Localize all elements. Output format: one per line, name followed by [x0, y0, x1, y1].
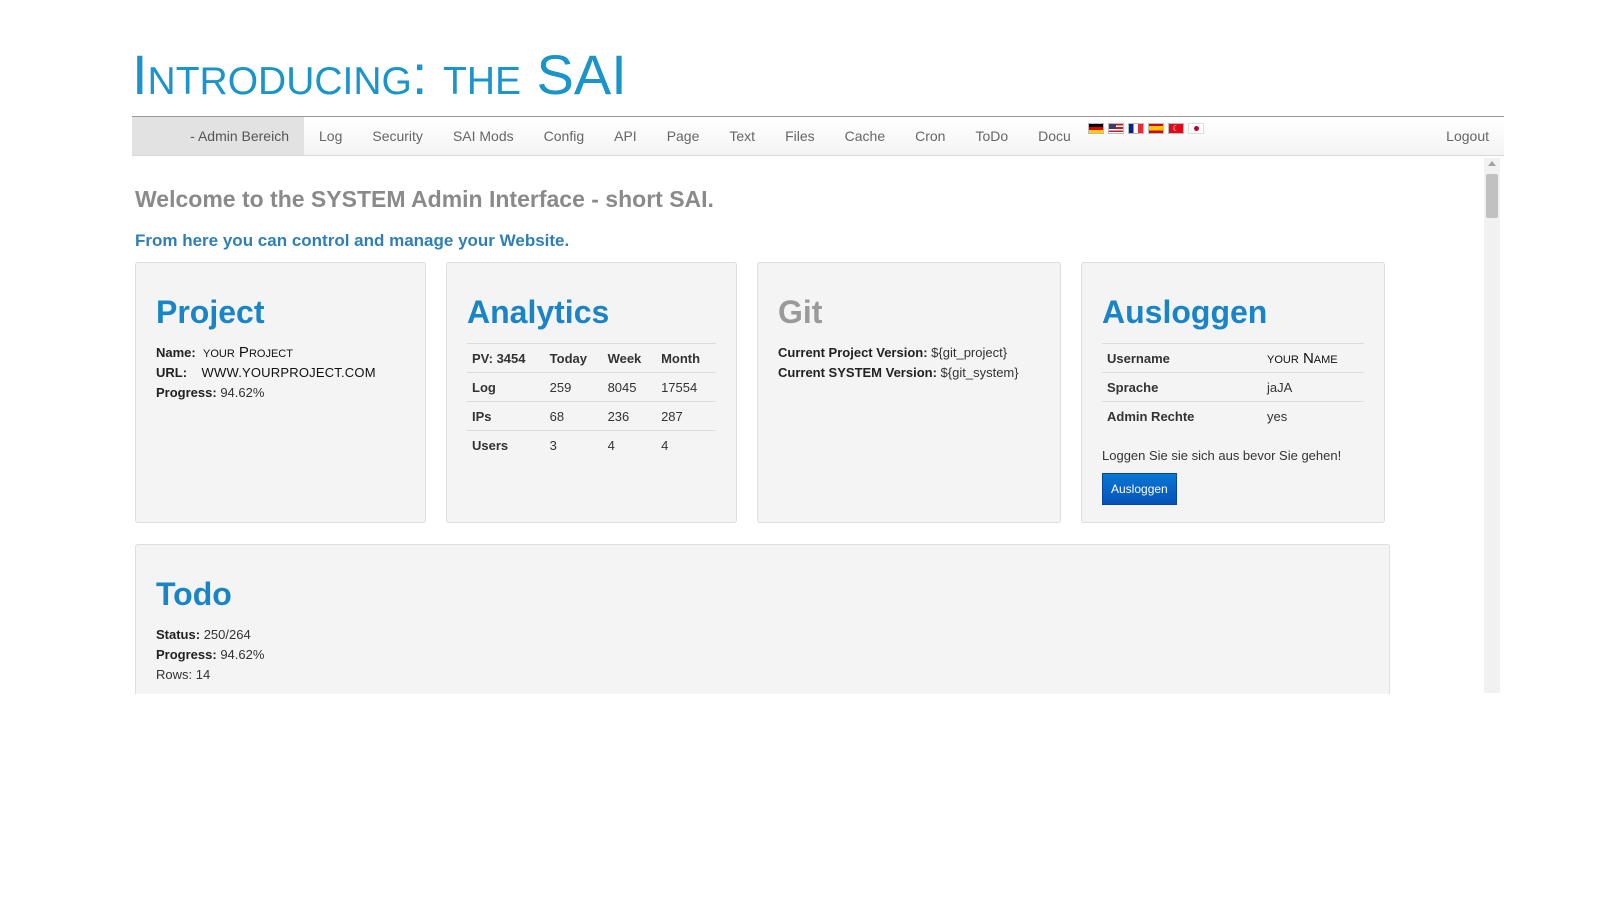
user-info-value: your Name: [1262, 343, 1364, 373]
analytics-row-label: Users: [467, 430, 545, 459]
project-progress-label: Progress:: [156, 385, 217, 400]
nav-item-config[interactable]: Config: [529, 128, 599, 144]
project-name-value: your Project: [202, 344, 293, 361]
analytics-cell: 287: [656, 401, 716, 431]
project-url-line: URL: WWW.YOURPROJECT.COM: [156, 363, 405, 383]
analytics-title: Analytics: [467, 294, 610, 330]
project-progress-value: 94.62%: [220, 385, 265, 400]
nav-item-files[interactable]: Files: [770, 128, 830, 144]
flag-fr-icon[interactable]: [1127, 122, 1144, 134]
todo-status-value: 250/264: [203, 627, 251, 642]
logout-card: Ausloggen Username your Name Sprache jaJ…: [1081, 262, 1385, 523]
table-row: Users 3 4 4: [467, 430, 716, 459]
todo-rows-line: Rows: 14: [156, 667, 211, 682]
table-row: Admin Rechte yes: [1102, 401, 1364, 430]
git-system-line: Current SYSTEM Version: ${git_system}: [778, 363, 1040, 383]
project-title: Project: [156, 294, 265, 330]
analytics-cell: 3: [544, 430, 603, 459]
git-system-value: ${git_system}: [940, 365, 1019, 380]
scroll-up-arrow-icon[interactable]: [1488, 161, 1496, 166]
git-project-line: Current Project Version: ${git_project}: [778, 343, 1040, 363]
nav-item-security[interactable]: Security: [357, 128, 438, 144]
analytics-header-today: Today: [544, 343, 603, 373]
user-info-label: Username: [1102, 343, 1262, 373]
table-row: Username your Name: [1102, 343, 1364, 373]
project-card: Project Name: your Project URL: WWW.YOUR…: [135, 262, 426, 523]
git-project-value: ${git_project}: [931, 345, 1008, 360]
todo-progress-value: 94.62%: [220, 647, 265, 662]
analytics-cell: 259: [544, 372, 603, 402]
scrollbar[interactable]: [1484, 158, 1500, 693]
ausloggen-button[interactable]: Ausloggen: [1102, 473, 1177, 505]
nav-item-cron[interactable]: Cron: [900, 128, 960, 144]
user-info-label: Sprache: [1102, 372, 1262, 402]
logout-note: Loggen Sie sie sich aus bevor Sie gehen!: [1102, 448, 1342, 463]
nav-item-log[interactable]: Log: [304, 128, 357, 144]
welcome-heading: Welcome to the SYSTEM Admin Interface - …: [135, 186, 714, 212]
scrollbar-thumb[interactable]: [1486, 174, 1498, 218]
user-info-label: Admin Rechte: [1102, 401, 1262, 430]
nav-item-todo[interactable]: ToDo: [960, 128, 1023, 144]
navbar: - Admin Bereich Log Security SAI Mods Co…: [132, 116, 1504, 156]
user-info-table: Username your Name Sprache jaJA Admin Re…: [1102, 343, 1364, 430]
project-name-label: Name:: [156, 345, 196, 360]
user-info-value: yes: [1262, 401, 1364, 430]
git-card: Git Current Project Version: ${git_proje…: [757, 262, 1061, 523]
project-progress-line: Progress: 94.62%: [156, 383, 405, 403]
todo-status-label: Status:: [156, 627, 201, 642]
nav-item-api[interactable]: API: [599, 128, 652, 144]
analytics-header-month: Month: [656, 343, 716, 373]
nav-item-text[interactable]: Text: [714, 128, 770, 144]
nav-item-docu[interactable]: Docu: [1023, 128, 1086, 144]
logout-card-title: Ausloggen: [1102, 294, 1268, 330]
project-name-line: Name: your Project: [156, 343, 405, 363]
analytics-row-label: IPs: [467, 401, 545, 431]
todo-card: Todo Status: 250/264 Progress: 94.62% Ro…: [135, 544, 1390, 694]
nav-brand[interactable]: - Admin Bereich: [132, 117, 304, 155]
git-title: Git: [778, 294, 823, 330]
todo-progress-label: Progress:: [156, 647, 217, 662]
flag-jp-icon[interactable]: [1187, 122, 1204, 134]
flag-tr-icon[interactable]: ☾: [1167, 122, 1184, 134]
flag-us-icon[interactable]: [1107, 122, 1124, 134]
table-row: Log 259 8045 17554: [467, 372, 716, 402]
flag-es-icon[interactable]: [1147, 122, 1164, 134]
user-info-value: jaJA: [1262, 372, 1364, 402]
analytics-header-pv: PV: 3454: [467, 343, 545, 373]
page-title: Introducing: the SAI: [132, 43, 627, 106]
logout-link[interactable]: Logout: [1446, 128, 1504, 144]
analytics-row-label: Log: [467, 372, 545, 402]
analytics-cell: 236: [602, 401, 657, 431]
analytics-table: PV: 3454 Today Week Month Log 259 8045 1…: [467, 343, 716, 459]
nav-item-cache[interactable]: Cache: [830, 128, 900, 144]
nav-item-sai-mods[interactable]: SAI Mods: [438, 128, 529, 144]
table-row: Sprache jaJA: [1102, 372, 1364, 402]
table-row: IPs 68 236 287: [467, 401, 716, 431]
analytics-header-week: Week: [602, 343, 657, 373]
nav-item-page[interactable]: Page: [652, 128, 715, 144]
todo-title: Todo: [156, 576, 232, 612]
analytics-cell: 8045: [602, 372, 657, 402]
todo-status-line: Status: 250/264: [156, 625, 1369, 645]
todo-progress-line: Progress: 94.62%: [156, 645, 1369, 665]
analytics-cell: 68: [544, 401, 603, 431]
flag-de-icon[interactable]: [1087, 122, 1104, 134]
analytics-cell: 4: [656, 430, 716, 459]
welcome-subtitle: From here you can control and manage you…: [135, 231, 570, 250]
analytics-cell: 4: [602, 430, 657, 459]
git-project-label: Current Project Version:: [778, 345, 928, 360]
language-flags: ☾: [1087, 122, 1204, 134]
analytics-card: Analytics PV: 3454 Today Week Month Log …: [446, 262, 737, 523]
project-url-label: URL:: [156, 365, 188, 380]
project-url-value: WWW.YOURPROJECT.COM: [201, 365, 376, 380]
analytics-header-row: PV: 3454 Today Week Month: [467, 343, 716, 373]
analytics-cell: 17554: [656, 372, 716, 402]
git-system-label: Current SYSTEM Version:: [778, 365, 937, 380]
